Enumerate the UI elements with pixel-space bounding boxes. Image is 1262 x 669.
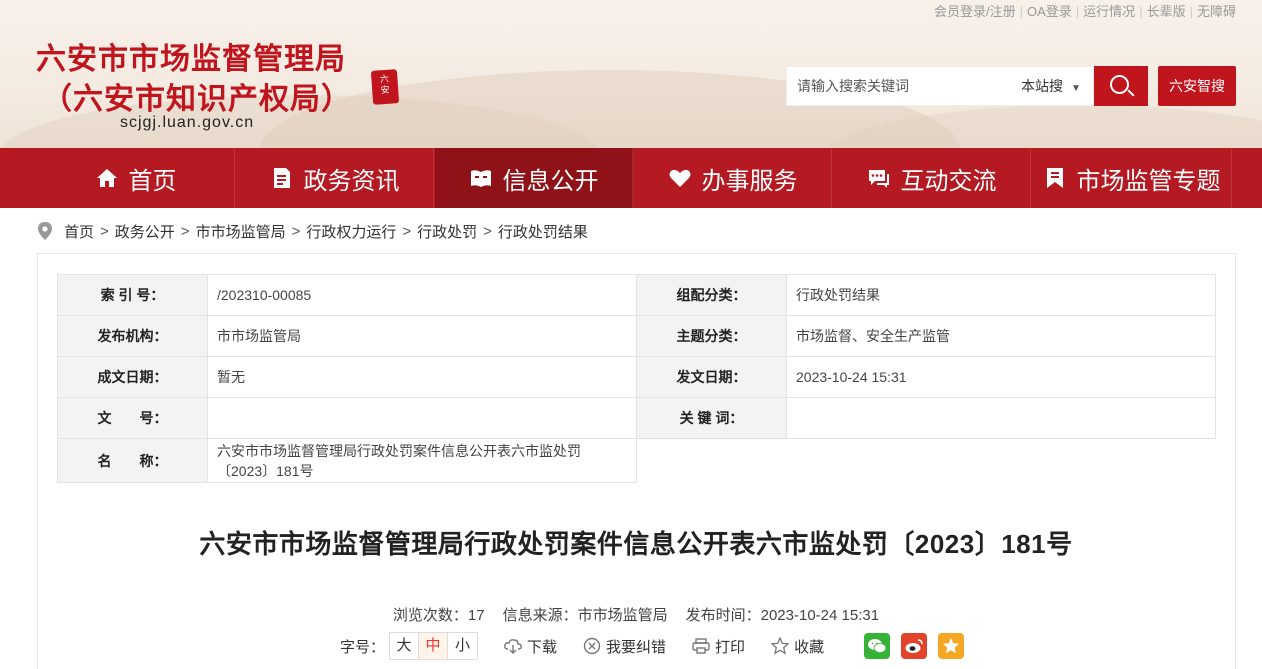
printer-icon	[692, 638, 710, 654]
table-row: 成文日期： 暂无 发文日期： 2023-10-24 15:31	[57, 356, 1216, 398]
top-links: 会员登录/注册 | OA登录 | 运行情况 | 长辈版 | 无障碍	[933, 4, 1236, 19]
login-link[interactable]: 会员登录/注册	[934, 4, 1016, 19]
meta-value: 行政处罚结果	[786, 274, 1216, 316]
favorite-button[interactable]: 收藏	[771, 636, 824, 657]
wechat-icon	[868, 639, 887, 653]
nav-item-info-public[interactable]: 信息公开	[435, 148, 633, 208]
share-wechat-button[interactable]	[864, 633, 891, 659]
breadcrumb: 首页 > 政务公开 > 市市场监管局 > 行政权力运行 > 行政处罚 > 行政处罚结果	[38, 220, 588, 242]
meta-label: 主题分类：	[636, 315, 787, 357]
breadcrumb-item[interactable]: 政务公开	[115, 221, 175, 242]
breadcrumb-item[interactable]: 行政权力运行	[306, 221, 396, 242]
search-button[interactable]	[1094, 66, 1148, 106]
nav-label: 政务资讯	[303, 167, 400, 195]
main-nav: 首页 政务资讯 信息公开 办事服务 互动交流 市场监管专题	[0, 148, 1262, 208]
nav-item-interaction[interactable]: 互动交流	[833, 148, 1031, 208]
print-label: 打印	[715, 638, 746, 656]
search-box: 本站搜 ▼	[786, 66, 1094, 106]
meta-label: 成文日期：	[57, 356, 208, 398]
meta-value	[786, 397, 1216, 439]
download-button[interactable]: 下载	[504, 636, 557, 657]
breadcrumb-item[interactable]: 行政处罚结果	[498, 221, 588, 242]
site-subtitle[interactable]: （六安市知识产权局）	[42, 74, 352, 118]
location-pin-icon	[38, 222, 52, 240]
font-size-medium-button[interactable]: 中	[419, 633, 449, 659]
share-qzone-button[interactable]	[938, 633, 965, 659]
report-error-button[interactable]: 我要纠错	[583, 636, 666, 657]
site-header: 会员登录/注册 | OA登录 | 运行情况 | 长辈版 | 无障碍 六安市市场监督管理局 （六安…	[0, 0, 1262, 148]
document-info: 浏览次数：17 信息来源：市市场监管局 发布时间：2023-10-24 15:31	[0, 604, 1262, 625]
weibo-icon	[905, 639, 923, 653]
oa-login-link[interactable]: OA登录	[1027, 4, 1072, 19]
meta-value: /202310-00085	[207, 274, 637, 316]
font-size-label: 字号：	[340, 638, 386, 656]
meta-value	[207, 397, 637, 439]
meta-label: 组配分类：	[636, 274, 787, 316]
meta-label: 关 键 词：	[636, 397, 787, 439]
document-title: 六安市市场监督管理局行政处罚案件信息公开表六市监处罚〔2023〕181号	[199, 529, 1073, 559]
nav-label: 互动交流	[900, 167, 997, 195]
meta-value: 2023-10-24 15:31	[786, 356, 1216, 398]
site-title[interactable]: 六安市市场监督管理局	[36, 34, 346, 78]
site-domain: scjgj.luan.gov.cn	[120, 114, 255, 131]
font-size-group: 大 中 小	[389, 632, 479, 660]
nav-item-services[interactable]: 办事服务	[634, 148, 832, 208]
meta-value: 市场监督、安全生产监管	[786, 315, 1216, 357]
document-meta-table: 索 引 号： /202310-00085 组配分类： 行政处罚结果 发布机构： …	[57, 274, 1216, 483]
meta-label: 发布机构：	[57, 315, 208, 357]
nav-item-topics[interactable]: 市场监管专题	[1032, 148, 1232, 208]
seal-logo-icon: 六安	[370, 69, 400, 105]
document-toolbar: 字号： 大 中 小 下载 我要纠错 打印 收藏	[340, 632, 965, 660]
book-icon	[470, 170, 491, 187]
nav-label: 首页	[128, 167, 177, 195]
zhisou-button[interactable]: 六安智搜	[1158, 66, 1236, 106]
share-weibo-button[interactable]	[901, 633, 928, 659]
font-size-small-button[interactable]: 小	[448, 633, 477, 659]
table-row: 发布机构： 市市场监管局 主题分类： 市场监督、安全生产监管	[57, 315, 1216, 357]
meta-label: 索 引 号：	[57, 274, 208, 316]
nav-label: 市场监管专题	[1076, 167, 1221, 195]
meta-value-name: 六安市市场监督管理局行政处罚案件信息公开表六市监处罚〔2023〕181号	[207, 438, 637, 483]
breadcrumb-item[interactable]: 行政处罚	[417, 221, 477, 242]
report-error-label: 我要纠错	[606, 638, 667, 656]
search-scope-label: 本站搜	[1021, 78, 1063, 94]
meta-label: 发文日期：	[636, 356, 787, 398]
document-icon	[273, 168, 290, 188]
search-icon	[1110, 75, 1129, 94]
star-icon	[771, 637, 790, 655]
chevron-down-icon: ▼	[1071, 83, 1081, 94]
view-count: 浏览次数：17	[392, 607, 485, 624]
search-scope-select[interactable]: 本站搜 ▼	[1021, 67, 1081, 105]
accessibility-link[interactable]: 无障碍	[1197, 4, 1236, 19]
print-button[interactable]: 打印	[692, 636, 745, 657]
heart-icon	[669, 169, 690, 187]
breadcrumb-item[interactable]: 首页	[64, 221, 94, 242]
publish-time: 发布时间：2023-10-24 15:31	[685, 607, 880, 624]
font-size-large-button[interactable]: 大	[390, 633, 420, 659]
error-report-icon	[583, 637, 601, 655]
favorite-label: 收藏	[794, 638, 825, 656]
nav-item-home[interactable]: 首页	[37, 148, 235, 208]
download-label: 下载	[527, 638, 558, 656]
table-row: 名 称： 六安市市场监督管理局行政处罚案件信息公开表六市监处罚〔2023〕181…	[57, 438, 1216, 483]
meta-value: 市市场监管局	[207, 315, 637, 357]
meta-value: 暂无	[207, 356, 637, 398]
cloud-download-icon	[504, 639, 522, 654]
qzone-star-icon	[943, 638, 960, 654]
status-link[interactable]: 运行情况	[1083, 4, 1135, 19]
elder-mode-link[interactable]: 长辈版	[1147, 4, 1186, 19]
home-icon	[96, 169, 117, 187]
chat-icon	[868, 170, 889, 188]
info-source: 信息来源：市市场监管局	[502, 607, 668, 624]
table-row: 索 引 号： /202310-00085 组配分类： 行政处罚结果	[57, 274, 1216, 316]
breadcrumb-item[interactable]: 市市场监管局	[196, 221, 286, 242]
meta-label: 名 称：	[57, 438, 208, 483]
nav-label: 办事服务	[701, 167, 798, 195]
meta-label: 文 号：	[57, 397, 208, 439]
nav-item-news[interactable]: 政务资讯	[236, 148, 434, 208]
search-input[interactable]	[787, 67, 1007, 105]
nav-label: 信息公开	[502, 167, 599, 195]
table-row: 文 号： 关 键 词：	[57, 397, 1216, 439]
bookmark-icon	[1046, 168, 1063, 188]
